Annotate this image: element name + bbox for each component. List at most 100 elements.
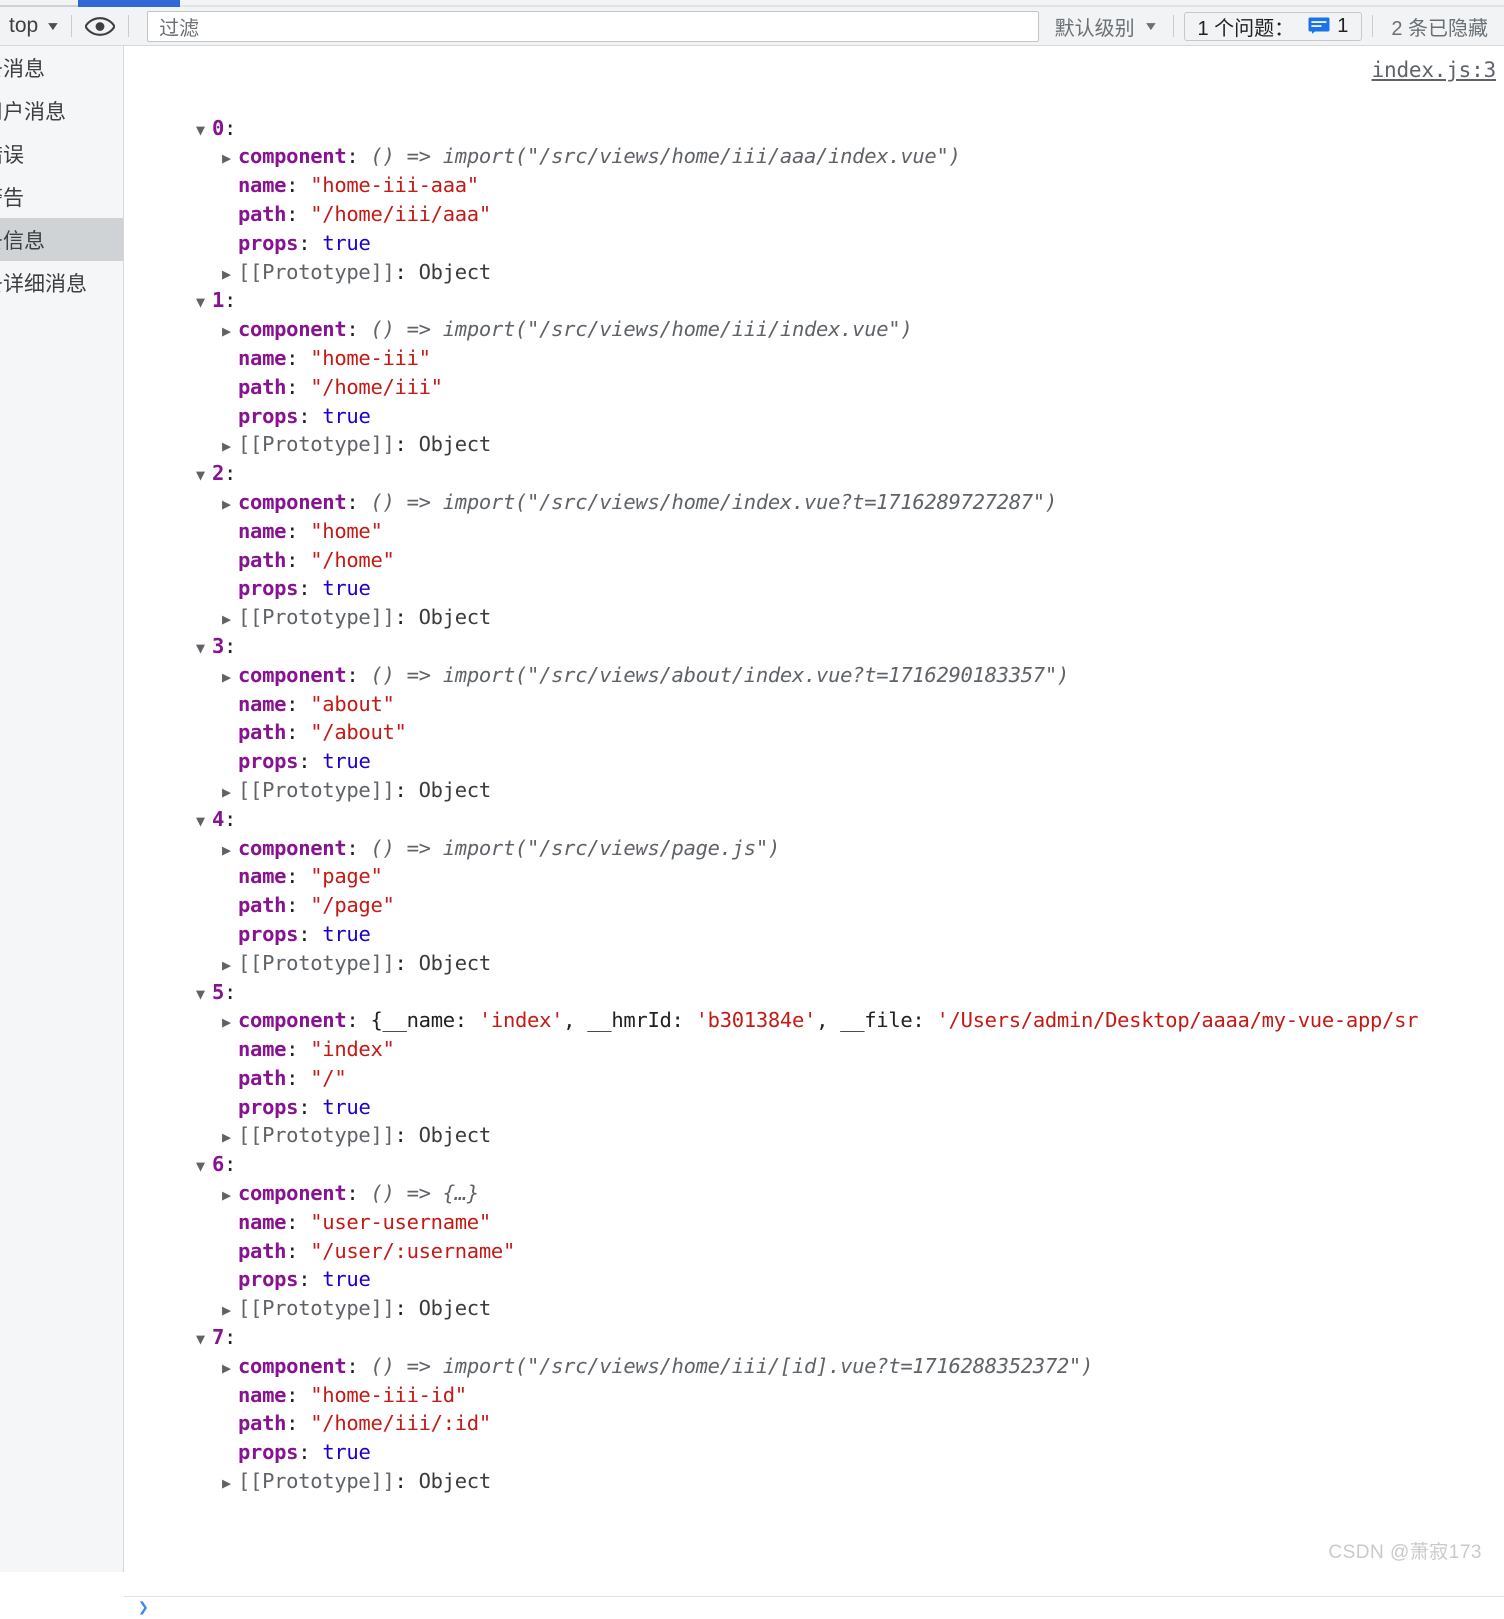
array-summary-row: (8) [{…}, {…}, {…}, {…}, {…}, {…}, {…}, … xyxy=(124,85,1504,114)
name-value: "home-iii-aaa" xyxy=(310,173,479,198)
sidebar-item-1[interactable]: 用户消息 xyxy=(0,89,123,132)
colon: : xyxy=(394,777,419,802)
props-key: props xyxy=(238,403,299,428)
issues-count: 1 xyxy=(1337,14,1349,37)
expand-toggle[interactable] xyxy=(222,951,238,978)
name-key: name xyxy=(238,691,287,716)
sidebar-item-0[interactable]: 条消息 xyxy=(0,46,123,89)
issues-button[interactable]: 1 个问题： 1 xyxy=(1183,11,1363,41)
entry-index: 1 xyxy=(212,288,225,313)
colon: : xyxy=(346,144,371,169)
source-link[interactable]: index.js:3 xyxy=(1372,58,1497,82)
expand-toggle[interactable] xyxy=(222,836,238,863)
entry-index-row: 7: xyxy=(124,1323,1504,1352)
entry-index: 6 xyxy=(212,1152,225,1177)
expand-toggle[interactable] xyxy=(222,605,238,632)
component-part-4: , __file: xyxy=(816,1008,937,1033)
colon: : xyxy=(346,1008,371,1033)
entry-index: 0 xyxy=(212,115,225,140)
entry-name-row: name: "about" xyxy=(124,690,1504,719)
expand-toggle[interactable] xyxy=(222,1469,238,1496)
component-part-5: '/Users/admin/Desktop/aaaa/my-vue-app/sr xyxy=(936,1008,1419,1033)
entry-component-row: component: () => import("/src/views/home… xyxy=(124,1352,1504,1381)
entry-path-row: path: "/page" xyxy=(124,891,1504,920)
colon: : xyxy=(346,317,371,342)
colon: : xyxy=(286,374,311,399)
expand-toggle[interactable] xyxy=(222,663,238,690)
colon: : xyxy=(346,1181,371,1206)
toolbar-divider-3 xyxy=(1172,15,1174,37)
live-expression-button[interactable] xyxy=(72,11,128,41)
entry-path-row: path: "/" xyxy=(124,1064,1504,1093)
path-value: "/" xyxy=(310,1065,347,1090)
prompt-caret-icon: ❯ xyxy=(138,1597,149,1618)
entry-props-row: props: true xyxy=(124,402,1504,431)
entry-index: 5 xyxy=(212,979,225,1004)
sidebar-item-2[interactable]: 错误 xyxy=(0,132,123,175)
component-value: () => import("/src/views/page.js") xyxy=(370,835,780,860)
entry-prototype-row: [[Prototype]]: Object xyxy=(124,258,1504,287)
expand-toggle[interactable] xyxy=(196,288,212,315)
path-key: path xyxy=(238,1065,287,1090)
expand-toggle[interactable] xyxy=(222,1296,238,1323)
colon: : xyxy=(298,921,323,946)
expand-toggle[interactable] xyxy=(196,1325,212,1352)
entry-props-row: props: true xyxy=(124,229,1504,258)
execution-context-label: top xyxy=(9,14,39,37)
expand-toggle[interactable] xyxy=(196,634,212,661)
expand-toggle[interactable] xyxy=(222,1123,238,1150)
expand-toggle[interactable] xyxy=(222,1354,238,1381)
colon: : xyxy=(286,1411,311,1436)
expand-toggle[interactable] xyxy=(222,1181,238,1208)
expand-toggle[interactable] xyxy=(222,1008,238,1035)
expand-toggle[interactable] xyxy=(222,778,238,805)
component-key: component xyxy=(238,1353,347,1378)
expand-toggle[interactable] xyxy=(222,432,238,459)
entry-component-row: component: () => import("/src/views/home… xyxy=(124,142,1504,171)
tab-active-console[interactable] xyxy=(78,0,180,7)
name-key: name xyxy=(238,518,287,543)
execution-context-select[interactable]: top ▼ xyxy=(0,11,71,41)
message-issue-icon xyxy=(1308,17,1330,34)
prototype-value: Object xyxy=(418,777,492,802)
expand-toggle[interactable] xyxy=(222,317,238,344)
expand-toggle[interactable] xyxy=(196,1152,212,1179)
entry-props-row: props: true xyxy=(124,1093,1504,1122)
expand-toggle[interactable] xyxy=(196,980,212,1007)
entry-name-row: name: "index" xyxy=(124,1035,1504,1064)
colon: : xyxy=(224,288,237,313)
expand-toggle[interactable] xyxy=(222,490,238,517)
issues-label: 1 个问题： xyxy=(1197,17,1295,40)
colon: : xyxy=(286,893,311,918)
chevron-down-icon: ▼ xyxy=(45,19,62,33)
props-value: true xyxy=(322,921,371,946)
component-key: component xyxy=(238,662,347,687)
entry-index: 7 xyxy=(212,1325,225,1350)
colon: : xyxy=(346,1353,371,1378)
entry-component-row: component: {__name: 'index', __hmrId: 'b… xyxy=(124,1006,1504,1035)
prototype-label: [[Prototype]] xyxy=(238,950,395,975)
expand-toggle[interactable] xyxy=(222,260,238,287)
sidebar-item-3[interactable]: 警告 xyxy=(0,175,123,218)
console-prompt[interactable]: ❯ xyxy=(124,1596,1504,1619)
name-key: name xyxy=(238,1037,287,1062)
entry-component-row: component: () => import("/src/views/abou… xyxy=(124,661,1504,690)
prototype-label: [[Prototype]] xyxy=(238,605,395,630)
colon: : xyxy=(286,547,311,572)
expand-toggle[interactable] xyxy=(196,461,212,488)
expand-toggle[interactable] xyxy=(196,807,212,834)
tab-inactive-left[interactable] xyxy=(0,0,78,7)
expand-toggle[interactable] xyxy=(222,144,238,171)
sidebar-item-4[interactable]: 条信息 xyxy=(0,218,123,261)
prototype-value: Object xyxy=(418,950,492,975)
filter-input[interactable]: 过滤 xyxy=(147,10,1039,42)
console-message-group: index.js:3 routes (8) [{…}, {…}, {…}, {…… xyxy=(124,46,1504,1553)
devtools-console-panel: top ▼ 过滤 默认级别 ▼ 1 个问题： 1 2 条已隐藏 消息 户消息 误… xyxy=(0,0,1504,1619)
component-key: component xyxy=(238,1181,347,1206)
name-value: "user-username" xyxy=(310,1209,491,1234)
props-key: props xyxy=(238,921,299,946)
log-level-select[interactable]: 默认级别 ▼ xyxy=(1039,11,1173,41)
expand-toggle[interactable] xyxy=(196,116,212,143)
sidebar-item-5[interactable]: 条详细消息 xyxy=(0,261,123,304)
tab-inactive-right[interactable] xyxy=(180,0,1504,7)
